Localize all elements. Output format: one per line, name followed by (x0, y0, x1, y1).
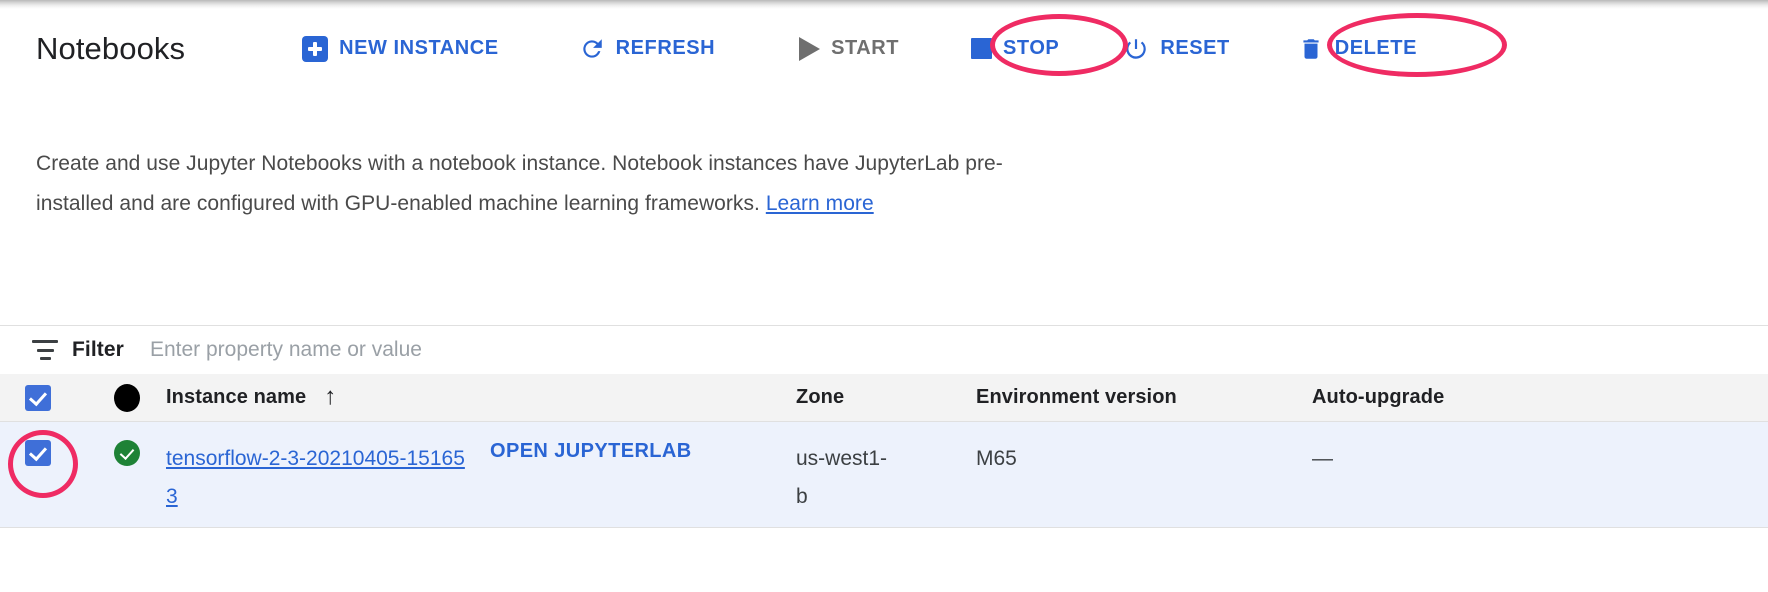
zone-header-cell: Zone (796, 386, 976, 409)
action-toolbar: NEW INSTANCE REFRESH START STOP RESET DE… (290, 9, 1429, 88)
auto-upgrade-header-label: Auto-upgrade (1312, 386, 1445, 408)
instance-name-link[interactable]: tensorflow-2-3-20210405-151653 (166, 440, 466, 516)
zone-header-label: Zone (796, 386, 845, 408)
table-row[interactable]: tensorflow-2-3-20210405-151653 OPEN JUPY… (0, 422, 1768, 528)
start-button[interactable]: START (787, 31, 911, 67)
auto-upgrade-header-cell: Auto-upgrade (1312, 386, 1572, 409)
reset-label: RESET (1160, 37, 1230, 59)
refresh-button[interactable]: REFRESH (567, 30, 727, 68)
status-circle-icon (114, 383, 140, 412)
environment-version-header-label: Environment version (976, 386, 1177, 408)
top-shadow-strip (0, 0, 1768, 9)
select-all-cell (0, 384, 76, 411)
row-auto-upgrade-cell: — (1312, 440, 1572, 478)
row-zone-cell: us-west1-b (796, 440, 976, 516)
row-checkbox[interactable] (25, 440, 51, 466)
row-select-cell (0, 440, 76, 466)
start-label: START (831, 37, 900, 59)
zone-value: us-west1-b (796, 447, 888, 508)
play-icon (799, 36, 821, 61)
instance-name-header-cell[interactable]: Instance name ↑ (156, 383, 466, 410)
environment-version-header-cell: Environment version (976, 386, 1312, 409)
filter-bar: Filter (0, 326, 1768, 375)
status-running-check-icon (114, 440, 140, 466)
refresh-icon (579, 36, 605, 62)
status-header-cell (76, 383, 156, 412)
description-text-block: Create and use Jupyter Notebooks with a … (36, 144, 1036, 224)
refresh-label: REFRESH (615, 37, 716, 59)
auto-upgrade-value: — (1312, 447, 1333, 470)
stop-button[interactable]: STOP (959, 31, 1071, 66)
instance-name-header-label: Instance name (166, 386, 307, 408)
delete-button[interactable]: DELETE (1286, 30, 1429, 68)
plus-icon (302, 35, 329, 62)
filter-label: Filter (72, 338, 124, 361)
power-icon (1123, 36, 1149, 62)
row-environment-version-cell: M65 (976, 440, 1312, 478)
row-instance-name-cell: tensorflow-2-3-20210405-151653 (156, 440, 466, 516)
delete-label: DELETE (1334, 37, 1417, 59)
select-all-checkbox[interactable] (25, 384, 51, 411)
page-title: Notebooks (36, 30, 186, 66)
stop-label: STOP (1003, 37, 1060, 59)
open-jupyterlab-link[interactable]: OPEN JUPYTERLAB (490, 440, 692, 462)
new-instance-label: NEW INSTANCE (339, 37, 499, 59)
environment-version-value: M65 (976, 447, 1017, 470)
description-panel: Create and use Jupyter Notebooks with a … (0, 88, 1768, 326)
sort-ascending-arrow-icon: ↑ (324, 383, 337, 410)
row-status-cell (76, 440, 156, 466)
trash-icon (1298, 36, 1324, 62)
row-open-action-cell: OPEN JUPYTERLAB (466, 440, 796, 463)
table-header-row: Instance name ↑ Zone Environment version … (0, 374, 1768, 422)
learn-more-link[interactable]: Learn more (766, 192, 874, 215)
stop-icon (971, 38, 993, 59)
page-header: Notebooks NEW INSTANCE REFRESH START STO… (0, 9, 1768, 89)
instances-table: Instance name ↑ Zone Environment version … (0, 374, 1768, 528)
filter-icon[interactable] (32, 340, 58, 360)
filter-input[interactable] (147, 337, 852, 363)
reset-button[interactable]: RESET (1111, 30, 1241, 68)
new-instance-button[interactable]: NEW INSTANCE (290, 30, 511, 68)
